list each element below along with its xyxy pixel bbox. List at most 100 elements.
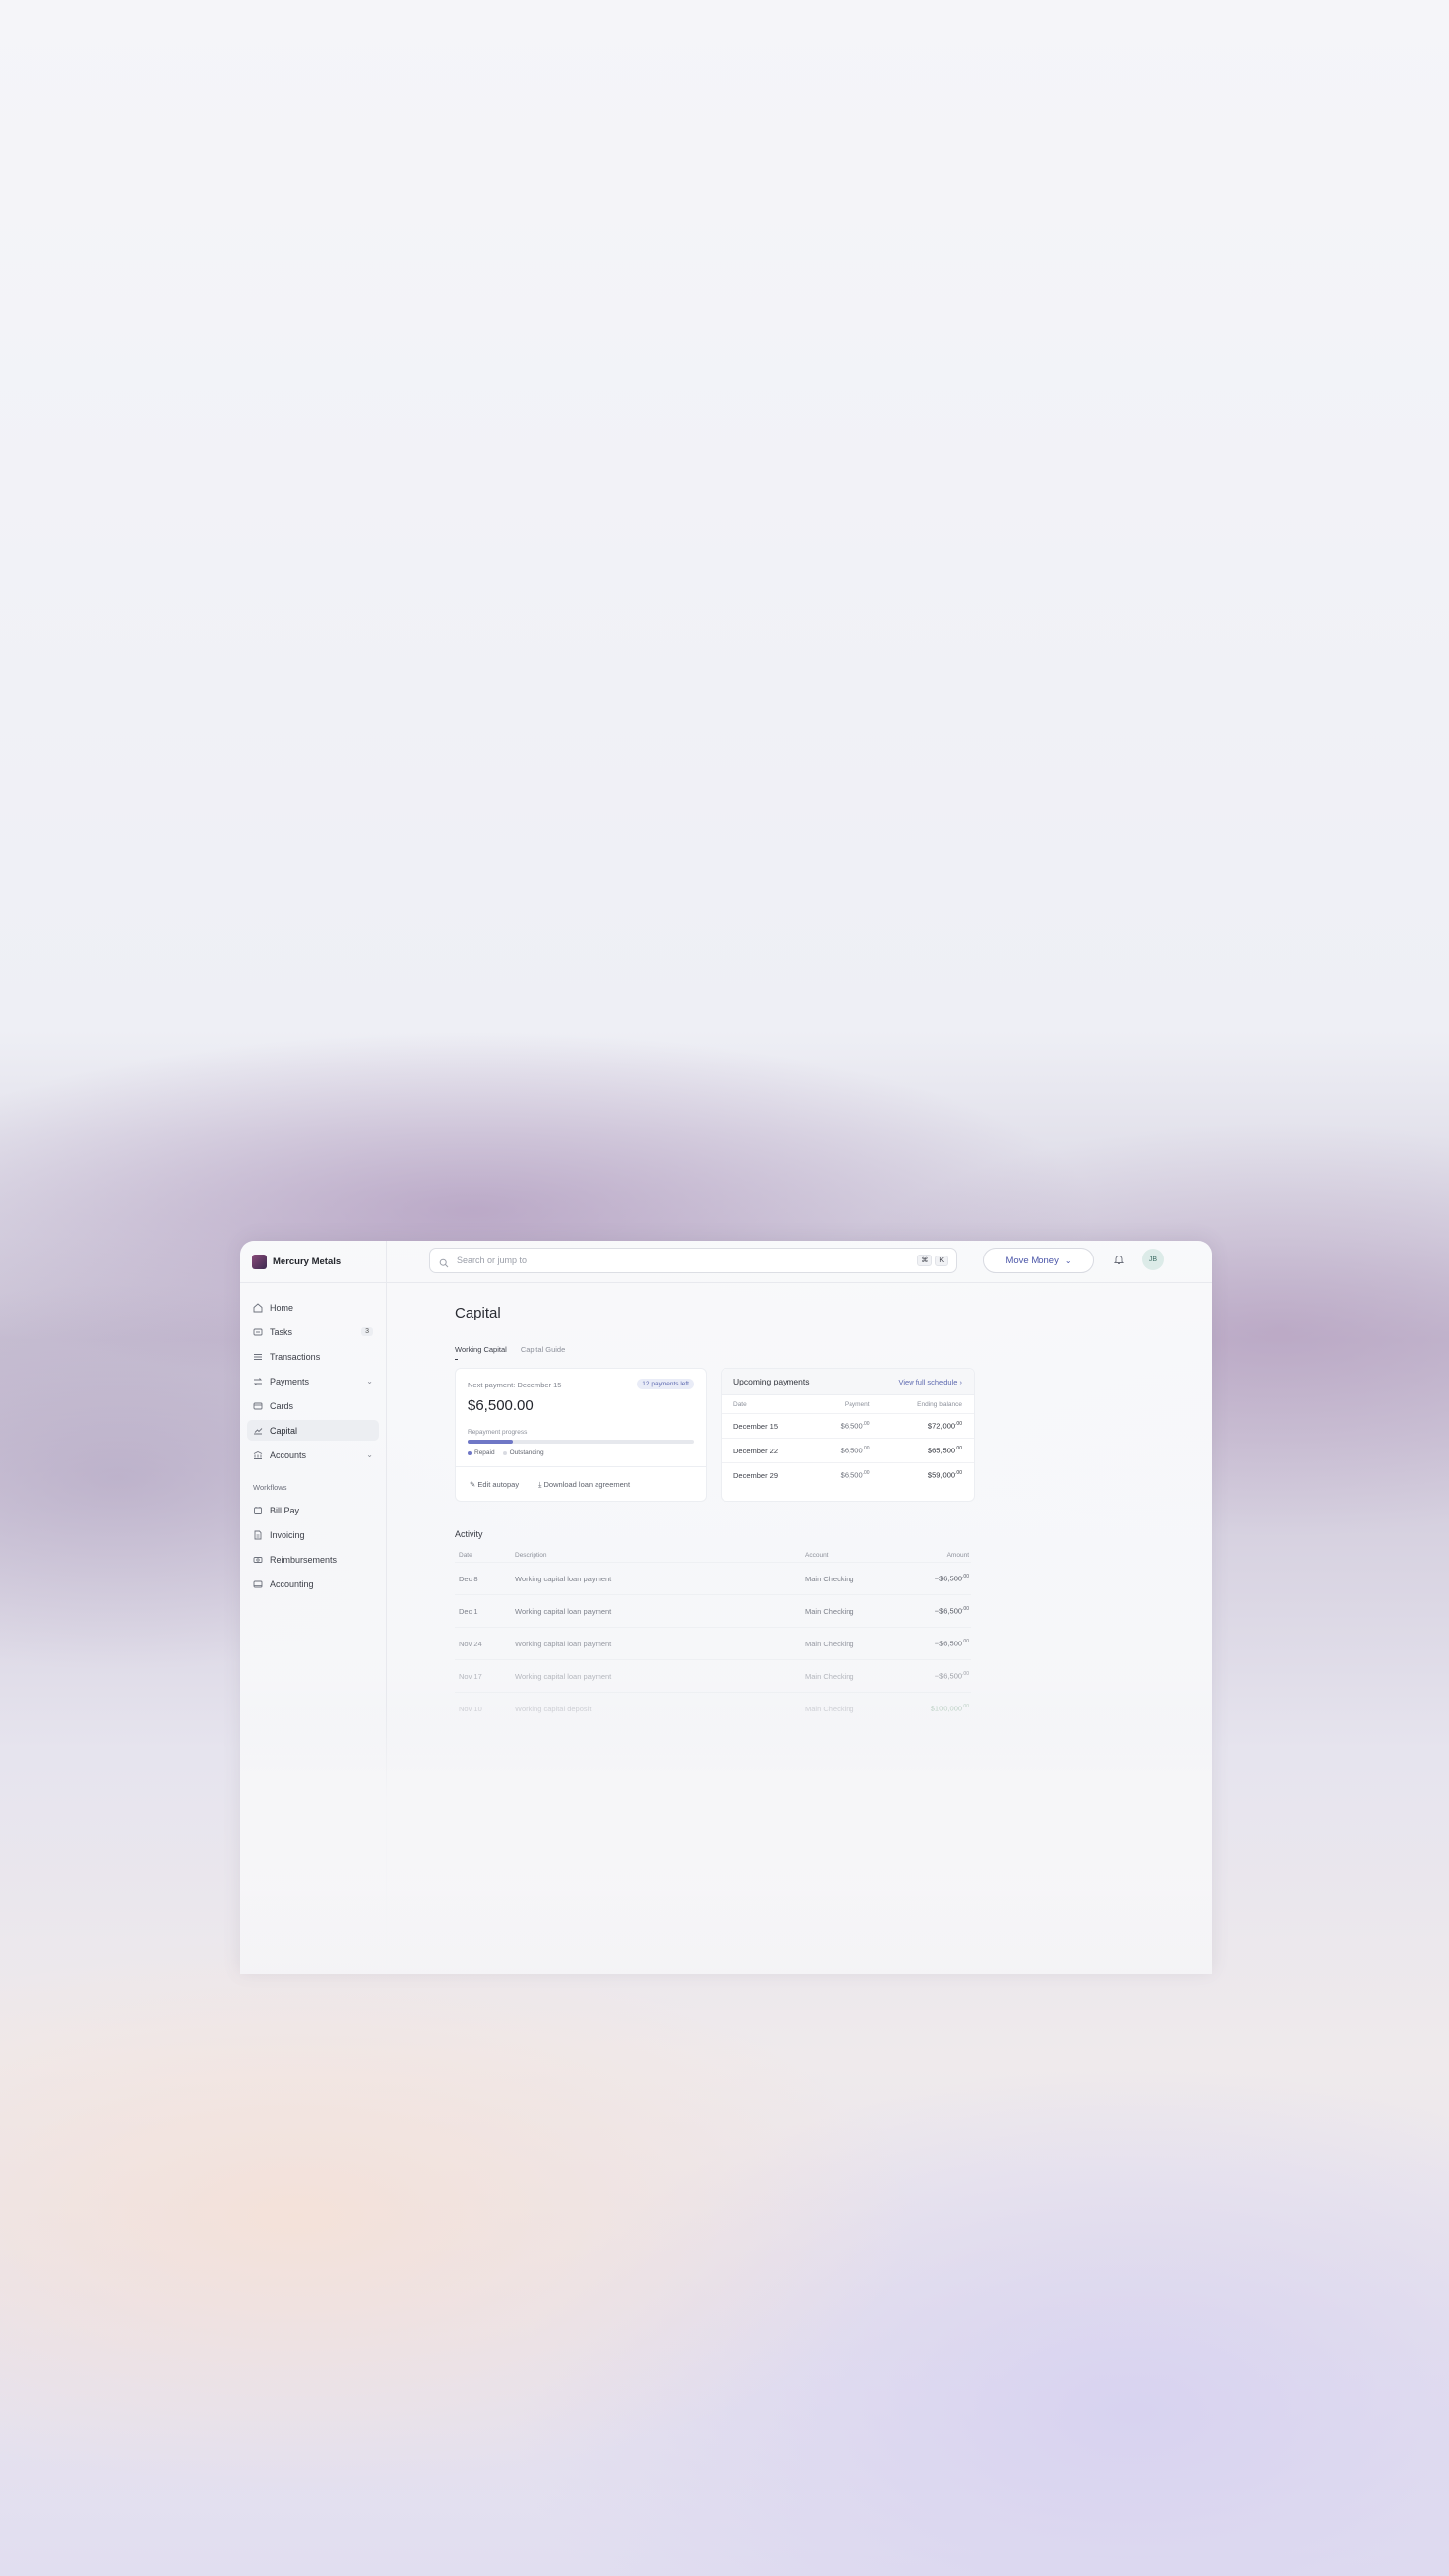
legend-repaid: Repaid	[468, 1449, 495, 1456]
org-logo	[252, 1254, 267, 1269]
cell-account: Main Checking	[801, 1659, 895, 1693]
download-agreement-button[interactable]: ⤓ Download loan agreement	[538, 1480, 630, 1490]
sidebar-item-cards[interactable]: Cards	[247, 1395, 379, 1416]
page-title: Capital	[455, 1305, 501, 1321]
top-bar: ⌘ K Move Money ⌄ JB	[386, 1241, 1212, 1283]
sidebar-item-label: Cards	[270, 1400, 294, 1411]
payments-left-badge: 12 payments left	[637, 1379, 694, 1389]
edit-autopay-button[interactable]: ✎ Edit autopay	[470, 1480, 519, 1490]
outstanding-dot-icon	[502, 1450, 507, 1455]
cell-date: December 15	[722, 1413, 814, 1439]
cell-account: Main Checking	[801, 1627, 895, 1660]
org-name: Mercury Metals	[273, 1256, 342, 1267]
sidebar-item-payments[interactable]: Payments ⌄	[247, 1371, 379, 1391]
legend-outstanding: Outstanding	[502, 1449, 544, 1456]
sidebar-item-invoicing[interactable]: Invoicing	[247, 1524, 379, 1545]
table-row[interactable]: Nov 17 Working capital loan payment Main…	[455, 1659, 971, 1693]
workflows-nav: Bill Pay Invoicing Reimbursements Accoun…	[240, 1500, 386, 1594]
cell-amount: $100,000.00	[895, 1692, 971, 1724]
bell-icon[interactable]	[1113, 1253, 1125, 1264]
main-content: Capital Working Capital Capital Guide Ne…	[455, 1282, 1006, 1724]
search-input[interactable]	[455, 1255, 918, 1266]
table-row[interactable]: Nov 24 Working capital loan payment Main…	[455, 1627, 971, 1660]
column-header: Date	[733, 1400, 747, 1408]
sidebar-item-capital[interactable]: Capital	[247, 1420, 379, 1441]
accounts-icon	[253, 1450, 263, 1460]
chevron-down-icon[interactable]: ⌄	[366, 1450, 373, 1459]
cell-balance: $65,500.00	[881, 1438, 974, 1463]
accounting-icon	[253, 1579, 263, 1589]
sidebar-item-home[interactable]: Home	[247, 1297, 379, 1318]
cell-account: Main Checking	[801, 1692, 895, 1724]
cell-description: Working capital loan payment	[511, 1594, 801, 1628]
sidebar-item-label: Accounts	[270, 1449, 307, 1460]
column-header: Date	[459, 1551, 472, 1559]
avatar[interactable]: JB	[1142, 1249, 1164, 1270]
upcoming-table: Date Payment Ending balance December 15 …	[722, 1395, 974, 1487]
reimbursements-icon	[253, 1555, 263, 1565]
cell-date: Nov 10	[455, 1692, 511, 1724]
sidebar-item-label: Accounting	[270, 1578, 314, 1589]
sidebar-nav: Home Tasks 3 Transactions Payments ⌄ Car…	[240, 1283, 386, 1465]
view-full-schedule-link[interactable]: View full schedule ›	[899, 1378, 963, 1386]
chevron-down-icon: ⌄	[1064, 1256, 1072, 1265]
move-money-button[interactable]: Move Money ⌄	[983, 1248, 1094, 1273]
table-row[interactable]: Nov 10 Working capital deposit Main Chec…	[455, 1692, 971, 1724]
tab-working-capital[interactable]: Working Capital	[455, 1345, 507, 1360]
repayment-progress-label: Repayment progress	[468, 1429, 528, 1436]
card-actions: ✎ Edit autopay ⤓ Download loan agreement	[456, 1466, 706, 1490]
sidebar-item-accounting[interactable]: Accounting	[247, 1574, 379, 1594]
invoice-icon	[253, 1530, 263, 1540]
search-box[interactable]: ⌘ K	[429, 1248, 957, 1273]
repayment-progress-fill	[468, 1440, 513, 1444]
tasks-icon	[253, 1327, 263, 1337]
sidebar-item-transactions[interactable]: Transactions	[247, 1346, 379, 1367]
cell-description: Working capital deposit	[511, 1692, 801, 1724]
sidebar-item-label: Bill Pay	[270, 1505, 300, 1515]
table-row: December 22 $6,500.00 $65,500.00	[722, 1438, 974, 1463]
summary-cards: Next payment: December 15 12 payments le…	[455, 1368, 1006, 1502]
search-icon	[439, 1256, 449, 1268]
repaid-dot-icon	[468, 1450, 472, 1455]
cell-account: Main Checking	[801, 1562, 895, 1595]
cell-balance: $72,000.00	[881, 1413, 974, 1439]
cell-date: December 22	[722, 1438, 814, 1463]
tasks-count-badge: 3	[361, 1327, 373, 1336]
table-row[interactable]: Dec 8 Working capital loan payment Main …	[455, 1562, 971, 1595]
cell-date: Dec 1	[455, 1594, 511, 1628]
org-switcher[interactable]: Mercury Metals	[240, 1241, 386, 1283]
sidebar-item-label: Reimbursements	[270, 1554, 338, 1565]
tab-capital-guide[interactable]: Capital Guide	[521, 1345, 565, 1360]
move-money-label: Move Money	[1005, 1255, 1059, 1266]
cell-date: Nov 24	[455, 1627, 511, 1660]
chevron-down-icon[interactable]: ⌄	[366, 1377, 373, 1385]
sidebar-item-label: Tasks	[270, 1326, 293, 1337]
cell-description: Working capital loan payment	[511, 1627, 801, 1660]
cell-amount: −$6,500.00	[895, 1627, 971, 1660]
sidebar-item-label: Home	[270, 1302, 294, 1313]
sidebar-item-label: Capital	[270, 1425, 298, 1436]
cell-date: December 29	[722, 1462, 814, 1487]
cell-payment: $6,500.00	[813, 1438, 882, 1463]
cell-amount: −$6,500.00	[895, 1562, 971, 1595]
sidebar-item-bill-pay[interactable]: Bill Pay	[247, 1500, 379, 1520]
cell-date: Nov 17	[455, 1659, 511, 1693]
table-row: December 29 $6,500.00 $59,000.00	[722, 1462, 974, 1487]
tab-bar: Working Capital Capital Guide	[455, 1345, 1006, 1360]
cell-payment: $6,500.00	[813, 1462, 882, 1487]
chevron-right-icon: ›	[959, 1377, 963, 1386]
sidebar-item-reimbursements[interactable]: Reimbursements	[247, 1549, 379, 1570]
workflows-heading: Workflows	[253, 1483, 287, 1492]
payments-icon	[253, 1377, 263, 1386]
sidebar-item-tasks[interactable]: Tasks 3	[247, 1321, 379, 1342]
sidebar-item-label: Transactions	[270, 1351, 321, 1362]
column-header: Account	[805, 1551, 829, 1559]
table-row[interactable]: Dec 1 Working capital loan payment Main …	[455, 1594, 971, 1628]
cell-description: Working capital loan payment	[511, 1562, 801, 1595]
upcoming-header: Upcoming payments View full schedule ›	[722, 1369, 974, 1395]
shortcut-cmd-key: ⌘	[917, 1255, 933, 1266]
progress-legend: Repaid Outstanding	[468, 1449, 552, 1456]
sidebar-item-accounts[interactable]: Accounts ⌄	[247, 1445, 379, 1465]
bill-pay-icon	[253, 1506, 263, 1515]
cell-account: Main Checking	[801, 1594, 895, 1628]
